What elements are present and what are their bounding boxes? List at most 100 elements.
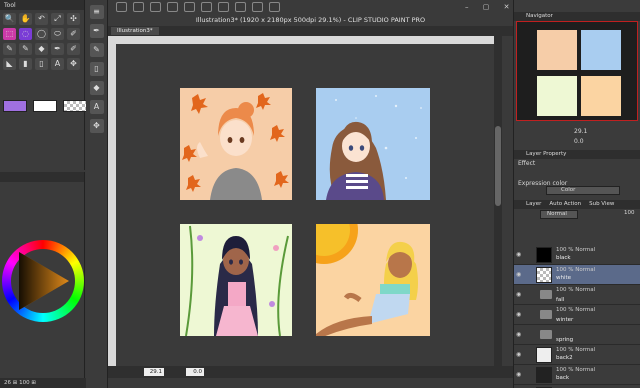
- main-color-swatch[interactable]: [3, 100, 27, 112]
- window-controls[interactable]: – ▢ ✕: [465, 3, 515, 11]
- tool-button[interactable]: ⤢: [51, 13, 64, 25]
- layer-name: back2: [556, 355, 573, 361]
- layer-row[interactable]: ◉ 100 % Normal winter: [514, 305, 640, 325]
- fill-canvas-icon[interactable]: [218, 2, 229, 12]
- color-wheel-header: [0, 172, 84, 182]
- layer-opacity[interactable]: 100: [624, 210, 635, 216]
- save-icon[interactable]: [150, 2, 161, 12]
- transparent-color-swatch[interactable]: [63, 100, 87, 112]
- layer-name: white: [556, 275, 572, 281]
- rotation-field[interactable]: 0.0: [186, 368, 204, 376]
- layer-name: black: [556, 255, 571, 261]
- nav-thumb-summer: [581, 76, 621, 116]
- visibility-eye-icon[interactable]: ◉: [516, 371, 524, 379]
- artwork-summer: [316, 224, 430, 336]
- tool-grid: 🔍 ✋ ↶ ⤢ ✣ ⬚ ◌ ◯ ⬭ ✐ ✎ ✎ ◆ ✒ ✐ ◣ ▮ ▯ A ✥: [0, 10, 84, 73]
- color-swatches: [3, 100, 87, 112]
- new-icon[interactable]: [116, 2, 127, 12]
- layer-row[interactable]: ◉ 100 % Normal white: [514, 265, 640, 285]
- fill-icon[interactable]: ◆: [89, 81, 104, 95]
- layer-name: back: [556, 375, 570, 381]
- snap-icon[interactable]: [252, 2, 263, 12]
- layer-blend-mode: 100 % Normal: [556, 367, 596, 373]
- folder-icon: [540, 310, 552, 319]
- nav-thumb-autumn: [537, 30, 577, 70]
- tool-button[interactable]: ✣: [67, 13, 80, 25]
- layer-row[interactable]: ◉ spring: [514, 325, 640, 345]
- layer-thumbnail: [536, 367, 552, 383]
- tool-palette: Tool 🔍 ✋ ↶ ⤢ ✣ ⬚ ◌ ◯ ⬭ ✐ ✎ ✎ ◆ ✒ ✐ ◣ ▮ ▯ A ✥: [0, 0, 87, 170]
- document-tab[interactable]: Illustration3*: [111, 27, 159, 35]
- tool-button[interactable]: ◌: [19, 28, 32, 40]
- tool-button[interactable]: ▯: [35, 58, 48, 70]
- redo-icon[interactable]: [184, 2, 195, 12]
- brush-icon[interactable]: ✎: [89, 43, 104, 57]
- tool-button[interactable]: A: [51, 58, 64, 70]
- tool-button[interactable]: 🔍: [3, 13, 16, 25]
- visibility-eye-icon[interactable]: ◉: [516, 251, 524, 259]
- layer-row[interactable]: ◉ 100 % Normal black: [514, 245, 640, 265]
- tool-button[interactable]: ✋: [19, 13, 32, 25]
- command-bar: [116, 2, 280, 12]
- eraser-icon[interactable]: ▯: [89, 62, 104, 76]
- visibility-eye-icon[interactable]: ◉: [516, 311, 524, 319]
- layer-list: ◉ 100 % Normal black ◉ 100 % Normal white ◉ 100…: [514, 245, 640, 388]
- layer-blend-mode: 100 % Normal: [556, 307, 596, 313]
- canvas-vertical-scrollbar[interactable]: [494, 36, 502, 366]
- tool-button[interactable]: ✐: [67, 28, 80, 40]
- tool-button[interactable]: ↶: [35, 13, 48, 25]
- tool-button[interactable]: ◣: [3, 58, 16, 70]
- visibility-eye-icon[interactable]: ◉: [516, 331, 524, 339]
- menu-icon[interactable]: ≡: [89, 5, 104, 19]
- undo-icon[interactable]: [167, 2, 178, 12]
- tool-button[interactable]: ⬭: [51, 28, 64, 40]
- blend-mode-select[interactable]: Normal: [540, 210, 578, 219]
- layer-blend-mode: 100 % Normal: [556, 347, 596, 353]
- nav-thumb-spring: [537, 76, 577, 116]
- transform-icon[interactable]: [235, 2, 246, 12]
- artwork-winter: [316, 88, 430, 200]
- tab-auto-action[interactable]: Auto Action: [549, 201, 581, 208]
- tool-button[interactable]: ▮: [19, 58, 32, 70]
- tool-button[interactable]: ✎: [19, 43, 32, 55]
- layer-thumbnail: [536, 347, 552, 363]
- canvas-area[interactable]: [116, 44, 494, 366]
- layer-name: winter: [556, 317, 574, 323]
- clear-icon[interactable]: [201, 2, 212, 12]
- summer-illustration: [316, 224, 430, 336]
- navigator-header: Navigator: [514, 12, 640, 21]
- pen-icon[interactable]: ✒: [89, 24, 104, 38]
- tool-button[interactable]: ◆: [35, 43, 48, 55]
- tool-button[interactable]: ✐: [67, 43, 80, 55]
- tab-sub-view[interactable]: Sub View: [589, 201, 614, 208]
- layer-row[interactable]: ◉ 100 % Normal back2: [514, 345, 640, 365]
- scroll-thumb[interactable]: [495, 126, 501, 206]
- tool-button[interactable]: ◯: [35, 28, 48, 40]
- tab-layer[interactable]: Layer: [526, 201, 541, 208]
- tool-palette-header: Tool: [0, 0, 84, 10]
- canvas-bottom-bar: 29.1 0.0: [108, 366, 513, 378]
- visibility-eye-icon[interactable]: ◉: [516, 271, 524, 279]
- navigator-rotation[interactable]: 0.0: [574, 138, 584, 145]
- tool-button[interactable]: ⬚: [3, 28, 16, 40]
- folder-icon: [540, 330, 552, 339]
- layer-row[interactable]: ◉ 100 % Normal back: [514, 365, 640, 385]
- navigator-zoom[interactable]: 29.1: [574, 128, 587, 135]
- layer-name: spring: [556, 337, 574, 343]
- sub-tool-column: ≡ ✒ ✎ ▯ ◆ A ✥: [86, 0, 108, 388]
- ruler-snap-icon[interactable]: [269, 2, 280, 12]
- visibility-eye-icon[interactable]: ◉: [516, 291, 524, 299]
- tool-button[interactable]: ✒: [51, 43, 64, 55]
- text-icon[interactable]: A: [89, 100, 104, 114]
- tool-button[interactable]: ✎: [3, 43, 16, 55]
- zoom-field[interactable]: 29.1: [144, 368, 164, 376]
- sub-color-swatch[interactable]: [33, 100, 57, 112]
- expression-color-select[interactable]: Color: [546, 186, 620, 195]
- artwork-spring: [180, 224, 292, 336]
- visibility-eye-icon[interactable]: ◉: [516, 351, 524, 359]
- decoration-icon[interactable]: ✥: [89, 119, 104, 133]
- navigator-preview[interactable]: [516, 21, 638, 121]
- tool-button[interactable]: ✥: [67, 58, 80, 70]
- open-icon[interactable]: [133, 2, 144, 12]
- layer-row[interactable]: ◉ 100 % Normal fall: [514, 285, 640, 305]
